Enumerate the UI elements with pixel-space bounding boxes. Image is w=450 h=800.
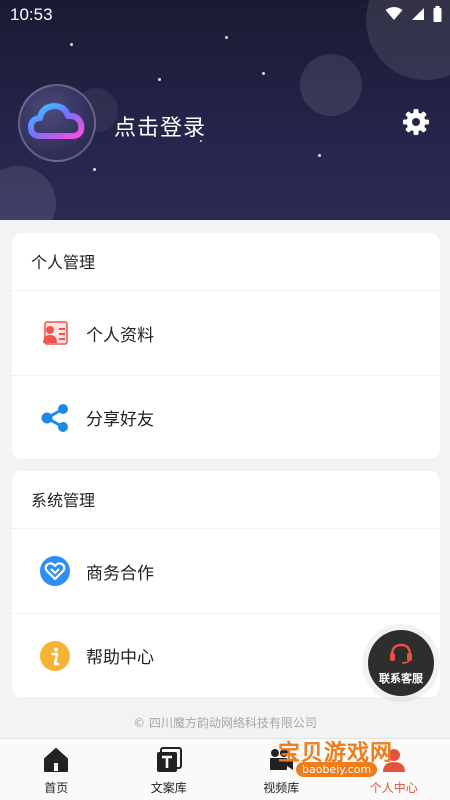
nav-item-personal-center[interactable]: 个人中心 (338, 739, 450, 800)
nav-label: 文案库 (150, 781, 187, 795)
menu-item-label: 帮助中心 (86, 648, 154, 668)
headset-icon (390, 643, 412, 664)
decor-star (70, 43, 73, 46)
decor-star (158, 78, 161, 81)
status-time: 10:53 (10, 5, 53, 24)
status-bar: 10:53 (0, 0, 450, 30)
login-prompt[interactable]: 点击登录 (114, 110, 206, 142)
decor-star (225, 36, 228, 39)
gear-icon (403, 109, 429, 135)
info-icon (40, 640, 70, 671)
menu-item-label: 个人资料 (86, 325, 154, 346)
decor-star (318, 154, 321, 157)
menu-item-business[interactable]: 商务合作 (12, 529, 440, 613)
personal-management-card: 个人管理 个人资料 分享好友 (12, 233, 440, 459)
signal-icon (412, 8, 424, 20)
nav-item-home[interactable]: 首页 (0, 739, 113, 800)
avatar[interactable] (18, 84, 96, 162)
nav-label: 个人中心 (369, 781, 418, 795)
menu-item-profile[interactable]: 个人资料 (12, 291, 440, 375)
status-icons (385, 6, 442, 22)
decor-star (93, 168, 96, 171)
menu-item-label: 分享好友 (86, 410, 154, 430)
handshake-icon (40, 556, 70, 586)
profile-card-icon (40, 318, 70, 348)
contact-service-label: 联系客服 (379, 672, 423, 685)
decor-planet (300, 54, 362, 116)
home-icon (44, 748, 69, 772)
battery-icon (433, 6, 442, 22)
bottom-nav: 首页 文案库 视频库 个人中心 (0, 738, 450, 800)
video-icon (270, 749, 294, 770)
profile-header: 10:53 点击登录 (0, 0, 450, 220)
card-title: 个人管理 (12, 233, 440, 291)
contact-service-button[interactable]: 联系客服 (368, 630, 434, 696)
user-icon (382, 749, 405, 772)
settings-button[interactable] (402, 108, 430, 136)
nav-item-copy-library[interactable]: 文案库 (113, 739, 226, 800)
copyright-text: © 四川魔方韵动网络科技有限公司 (133, 716, 317, 730)
nav-label: 视频库 (263, 781, 300, 795)
wifi-icon (385, 7, 403, 20)
nav-label: 首页 (44, 781, 69, 795)
decor-planet (0, 166, 56, 220)
menu-item-share[interactable]: 分享好友 (12, 375, 440, 459)
share-icon (40, 403, 70, 433)
menu-item-label: 商务合作 (86, 563, 154, 584)
text-icon (156, 747, 182, 772)
cloud-logo-icon (28, 103, 85, 139)
nav-item-video-library[interactable]: 视频库 (225, 739, 338, 800)
card-title: 系统管理 (12, 471, 440, 529)
decor-star (262, 72, 265, 75)
